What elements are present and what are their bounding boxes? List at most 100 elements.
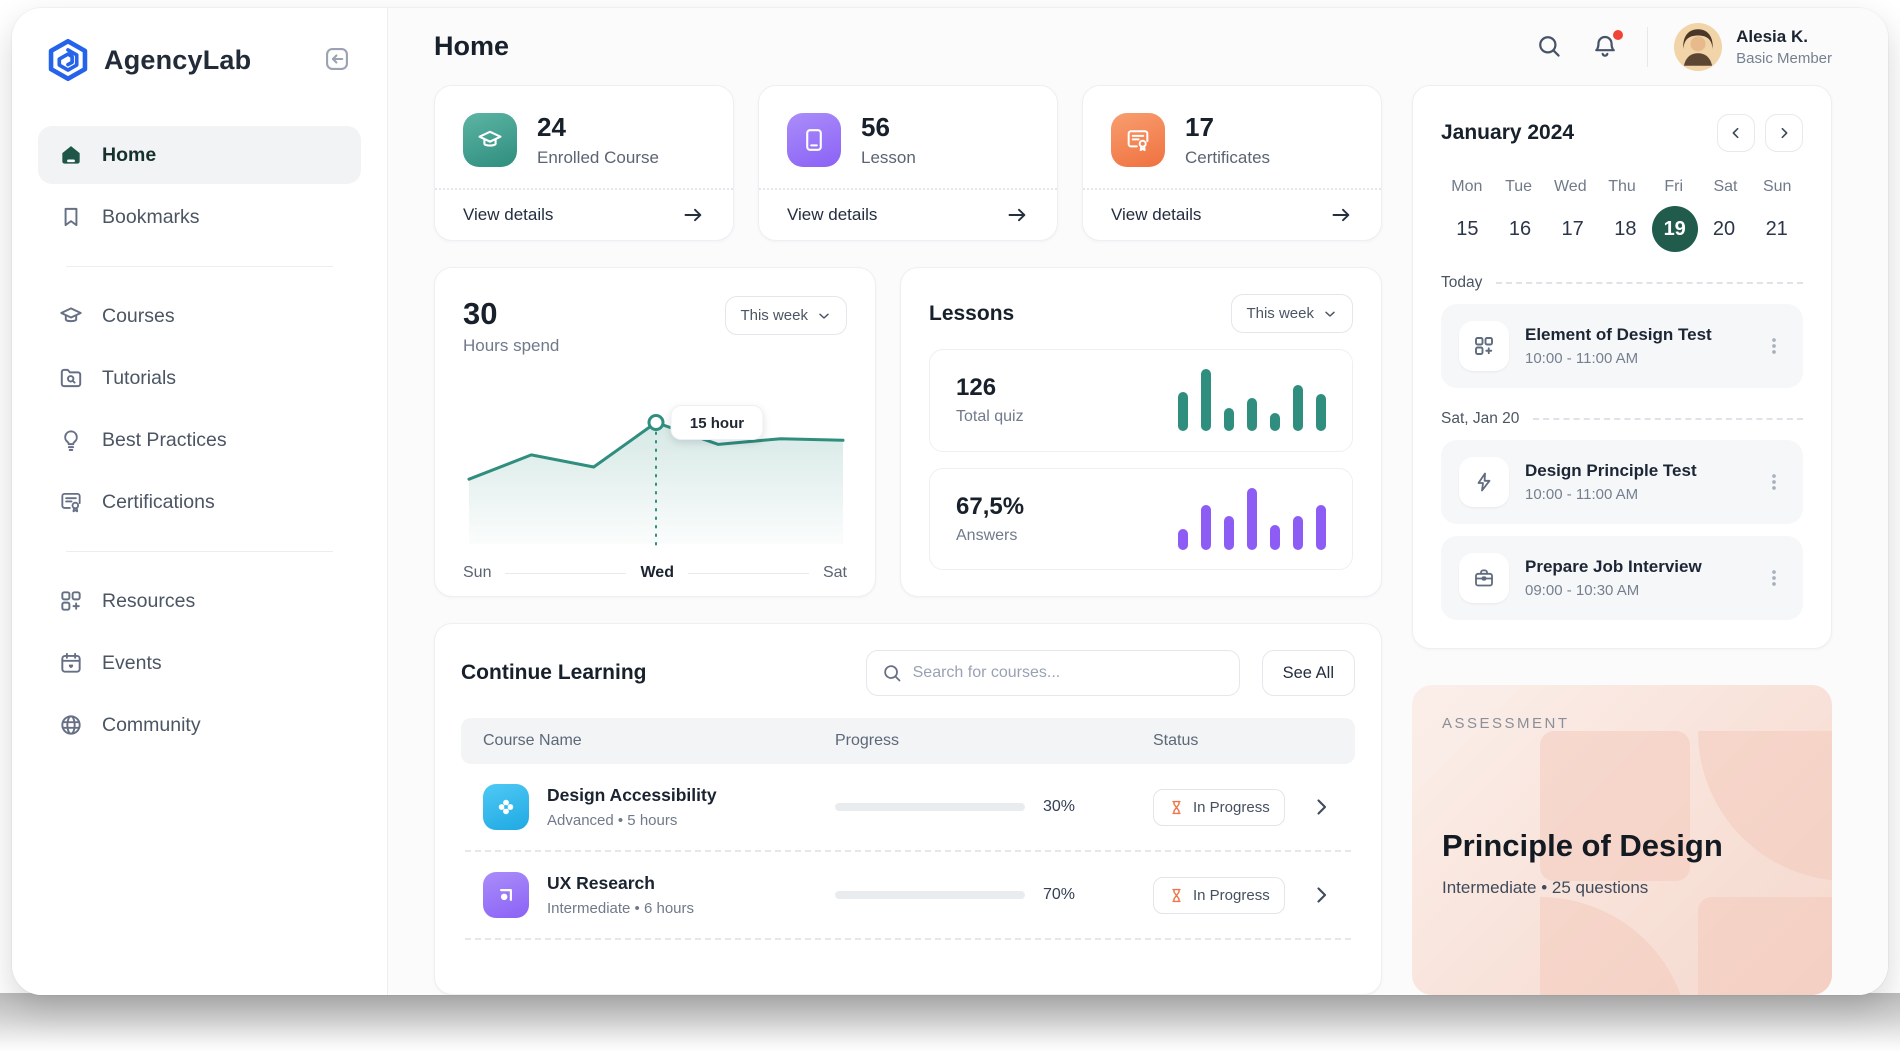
answers-label: Answers [956, 527, 1178, 545]
calendar-day[interactable]: 16 [1494, 206, 1547, 252]
sidebar-item-certifications[interactable]: Certifications [38, 473, 361, 531]
continue-learning-title: Continue Learning [461, 661, 844, 685]
search-icon[interactable] [1535, 32, 1565, 62]
kebab-menu-icon[interactable] [1763, 335, 1785, 357]
stat-card-lesson: 56 Lesson View details [758, 85, 1058, 241]
course-meta: Intermediate • 6 hours [547, 900, 694, 917]
assessment-card[interactable]: ASSESSMENT Principle of Design Intermedi… [1412, 685, 1832, 995]
grid-plus-icon [1459, 321, 1509, 371]
search-icon [881, 662, 903, 684]
sidebar-item-label: Community [102, 714, 201, 737]
hours-label: Hours spend [463, 336, 725, 356]
hours-line-chart: 15 hour [463, 362, 847, 562]
axis-label: Sat [823, 564, 847, 582]
topbar-divider [1647, 27, 1648, 67]
column-status: Status [1153, 732, 1333, 750]
notifications-bell-icon[interactable] [1591, 32, 1621, 62]
brand: AgencyLab [12, 38, 387, 82]
app-window: AgencyLab Home [12, 8, 1888, 995]
calendar-dates: 15 16 17 18 19 20 21 [1441, 206, 1803, 252]
axis-label: Sun [463, 564, 491, 582]
stats-row: 24 Enrolled Course View details [434, 85, 1382, 241]
saturday-section-label: Sat, Jan 20 [1441, 410, 1803, 428]
stat-label: Certificates [1185, 148, 1270, 168]
stat-card-certificates: 17 Certificates View details [1082, 85, 1382, 241]
sidebar-item-label: Home [102, 144, 156, 167]
arrow-right-icon [1329, 203, 1353, 227]
notification-dot [1613, 30, 1623, 40]
kebab-menu-icon[interactable] [1763, 567, 1785, 589]
calendar-month: January 2024 [1441, 121, 1717, 145]
table-row[interactable]: UX Research Intermediate • 6 hours 70% [461, 852, 1355, 938]
sidebar-divider [66, 266, 333, 267]
profile-menu[interactable]: Alesia K. Basic Member [1674, 23, 1832, 71]
calendar-day-selected[interactable]: 19 [1652, 206, 1698, 252]
charts-row: 30 Hours spend This week [434, 267, 1382, 597]
chevron-right-icon [1776, 125, 1792, 141]
calendar-day[interactable]: 15 [1441, 206, 1494, 252]
globe-icon [58, 712, 84, 738]
today-section-label: Today [1441, 274, 1803, 292]
hours-range-dropdown[interactable]: This week [725, 296, 847, 335]
sidebar-divider [66, 551, 333, 552]
sidebar-item-label: Certifications [102, 491, 215, 514]
sidebar-item-best-practices[interactable]: Best Practices [38, 411, 361, 469]
courses-search-input[interactable] [913, 664, 1225, 682]
chevron-right-icon[interactable] [1309, 795, 1333, 819]
view-details-link[interactable]: View details [435, 188, 733, 240]
calendar-day[interactable]: 17 [1546, 206, 1599, 252]
calendar-next-button[interactable] [1765, 114, 1803, 152]
sidebar-item-events[interactable]: Events [38, 634, 361, 692]
event-title: Design Principle Test [1525, 461, 1747, 481]
total-quiz-bar-chart [1178, 369, 1326, 431]
stat-card-enrolled: 24 Enrolled Course View details [434, 85, 734, 241]
continue-learning-panel: Continue Learning See All Course Name [434, 623, 1382, 995]
event-card[interactable]: Design Principle Test 10:00 - 11:00 AM [1441, 440, 1803, 524]
sidebar: AgencyLab Home [12, 8, 388, 995]
lessons-title: Lessons [929, 302, 1231, 326]
view-details-link[interactable]: View details [1083, 188, 1381, 240]
table-header: Course Name Progress Status [461, 718, 1355, 764]
sidebar-item-resources[interactable]: Resources [38, 572, 361, 630]
event-time: 10:00 - 11:00 AM [1525, 350, 1747, 367]
sidebar-item-label: Tutorials [102, 367, 176, 390]
user-name: Alesia K. [1736, 27, 1832, 47]
collapse-sidebar-icon[interactable] [323, 45, 353, 75]
stat-label: Enrolled Course [537, 148, 659, 168]
chevron-right-icon[interactable] [1309, 883, 1333, 907]
hours-value: 30 [463, 296, 725, 332]
lesson-book-icon [787, 113, 841, 167]
total-quiz-value: 126 [956, 374, 1178, 402]
sidebar-item-tutorials[interactable]: Tutorials [38, 349, 361, 407]
calendar-day[interactable]: 21 [1750, 206, 1803, 252]
total-quiz-label: Total quiz [956, 408, 1178, 426]
calendar-prev-button[interactable] [1717, 114, 1755, 152]
calendar-day[interactable]: 20 [1698, 206, 1751, 252]
sidebar-item-label: Bookmarks [102, 206, 200, 229]
hourglass-icon [1168, 799, 1185, 816]
sidebar-item-bookmarks[interactable]: Bookmarks [38, 188, 361, 246]
stat-value: 24 [537, 112, 659, 143]
event-card[interactable]: Prepare Job Interview 09:00 - 10:30 AM [1441, 536, 1803, 620]
lessons-range-dropdown[interactable]: This week [1231, 294, 1353, 333]
table-row[interactable]: Design Accessibility Advanced • 5 hours … [461, 764, 1355, 850]
status-badge: In Progress [1153, 789, 1285, 826]
course-name: UX Research [547, 873, 694, 894]
stat-value: 56 [861, 112, 916, 143]
event-time: 09:00 - 10:30 AM [1525, 582, 1747, 599]
view-details-link[interactable]: View details [759, 188, 1057, 240]
sidebar-item-community[interactable]: Community [38, 696, 361, 754]
screen: AgencyLab Home [0, 0, 1900, 1053]
status-badge: In Progress [1153, 877, 1285, 914]
assessment-meta: Intermediate • 25 questions [1442, 878, 1802, 898]
sidebar-item-courses[interactable]: Courses [38, 287, 361, 345]
event-title: Element of Design Test [1525, 325, 1747, 345]
see-all-button[interactable]: See All [1262, 650, 1355, 696]
event-card[interactable]: Element of Design Test 10:00 - 11:00 AM [1441, 304, 1803, 388]
kebab-menu-icon[interactable] [1763, 471, 1785, 493]
svg-text:15 hour: 15 hour [690, 415, 744, 432]
calendar-day[interactable]: 18 [1599, 206, 1652, 252]
home-icon [58, 142, 84, 168]
sidebar-item-home[interactable]: Home [38, 126, 361, 184]
certificate-icon [58, 489, 84, 515]
